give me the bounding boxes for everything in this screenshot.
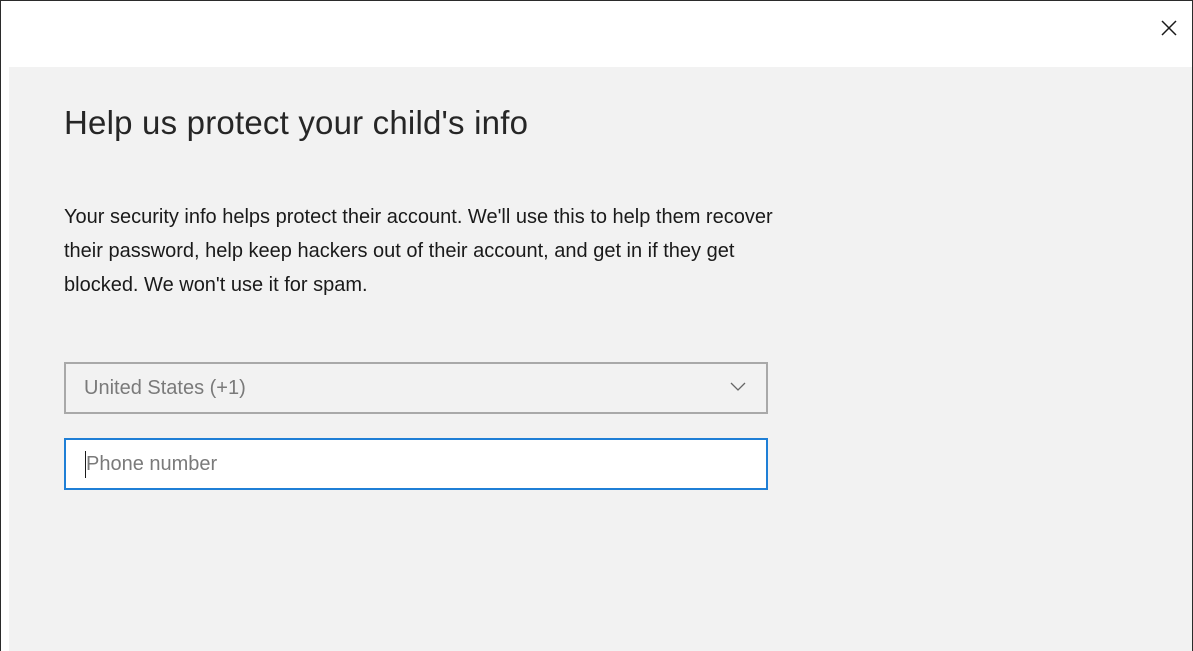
close-icon: [1160, 19, 1178, 37]
title-bar: [1, 1, 1192, 67]
dialog-window: Help us protect your child's info Your s…: [0, 0, 1193, 651]
close-button[interactable]: [1146, 1, 1192, 67]
chevron-down-icon: [730, 379, 746, 397]
country-code-value: United States (+1): [84, 376, 246, 399]
description-text: Your security info helps protect their a…: [64, 206, 773, 296]
phone-number-input[interactable]: [64, 438, 768, 490]
country-code-select[interactable]: United States (+1): [64, 362, 768, 414]
text-caret: [85, 451, 86, 478]
dialog-content: [9, 67, 1192, 651]
page-title: Help us protect your child's info: [64, 104, 529, 141]
